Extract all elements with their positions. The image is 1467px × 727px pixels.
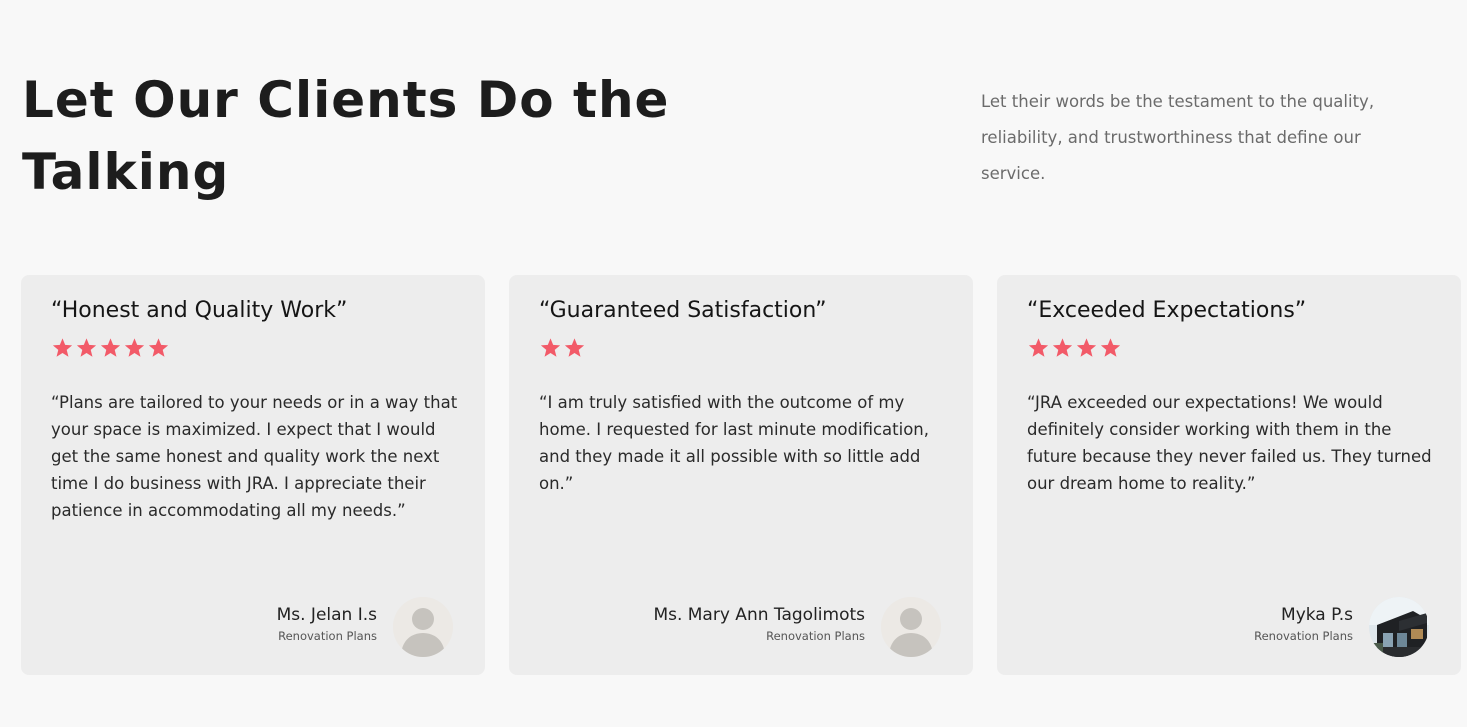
author-name: Ms. Mary Ann Tagolimots: [653, 605, 865, 625]
star-icon: [1052, 338, 1073, 357]
testimonial-list: “Honest and Quality Work” “Plans are tai…: [21, 275, 1461, 675]
section-subtitle: Let their words be the testament to the …: [981, 92, 1375, 183]
author-name: Myka P.s: [1281, 605, 1353, 625]
star-icon: [1028, 338, 1049, 357]
star-icon: [124, 338, 145, 357]
testimonial-quote: “I am truly satisfied with the outcome o…: [539, 393, 929, 493]
author-category: Renovation Plans: [1254, 629, 1353, 643]
avatar: [881, 597, 941, 657]
section-title: Let Our Clients Do the Talking: [22, 71, 670, 201]
author-category: Renovation Plans: [278, 629, 377, 643]
author-name: Ms. Jelan I.s: [276, 605, 377, 625]
author-category: Renovation Plans: [766, 629, 865, 643]
star-icon: [1076, 338, 1097, 357]
avatar: [1369, 597, 1429, 657]
star-icon: [148, 338, 169, 357]
star-icon: [100, 338, 121, 357]
testimonial-card: “Guaranteed Satisfaction” “I am truly sa…: [509, 275, 973, 675]
star-rating: [51, 337, 170, 359]
testimonial-title: “Exceeded Expectations”: [1027, 298, 1307, 323]
house-photo-icon: [1369, 597, 1429, 657]
author-info: Myka P.s Renovation Plans: [1254, 603, 1353, 645]
star-icon: [540, 338, 561, 357]
author-info: Ms. Jelan I.s Renovation Plans: [277, 603, 377, 645]
star-rating: [1027, 337, 1122, 359]
star-rating: [539, 337, 586, 359]
star-icon: [52, 338, 73, 357]
default-person-icon: [881, 597, 941, 657]
testimonial-quote: “Plans are tailored to your needs or in …: [51, 393, 458, 520]
testimonial-card: “Exceeded Expectations” “JRA exceeded ou…: [997, 275, 1461, 675]
default-person-icon: [393, 597, 453, 657]
testimonial-card: “Honest and Quality Work” “Plans are tai…: [21, 275, 485, 675]
testimonial-title: “Guaranteed Satisfaction”: [539, 298, 827, 323]
testimonial-title: “Honest and Quality Work”: [51, 298, 348, 323]
star-icon: [1100, 338, 1121, 357]
star-icon: [564, 338, 585, 357]
avatar: [393, 597, 453, 657]
testimonial-quote: “JRA exceeded our expectations! We would…: [1027, 393, 1432, 493]
author-info: Ms. Mary Ann Tagolimots Renovation Plans: [653, 603, 865, 645]
star-icon: [76, 338, 97, 357]
